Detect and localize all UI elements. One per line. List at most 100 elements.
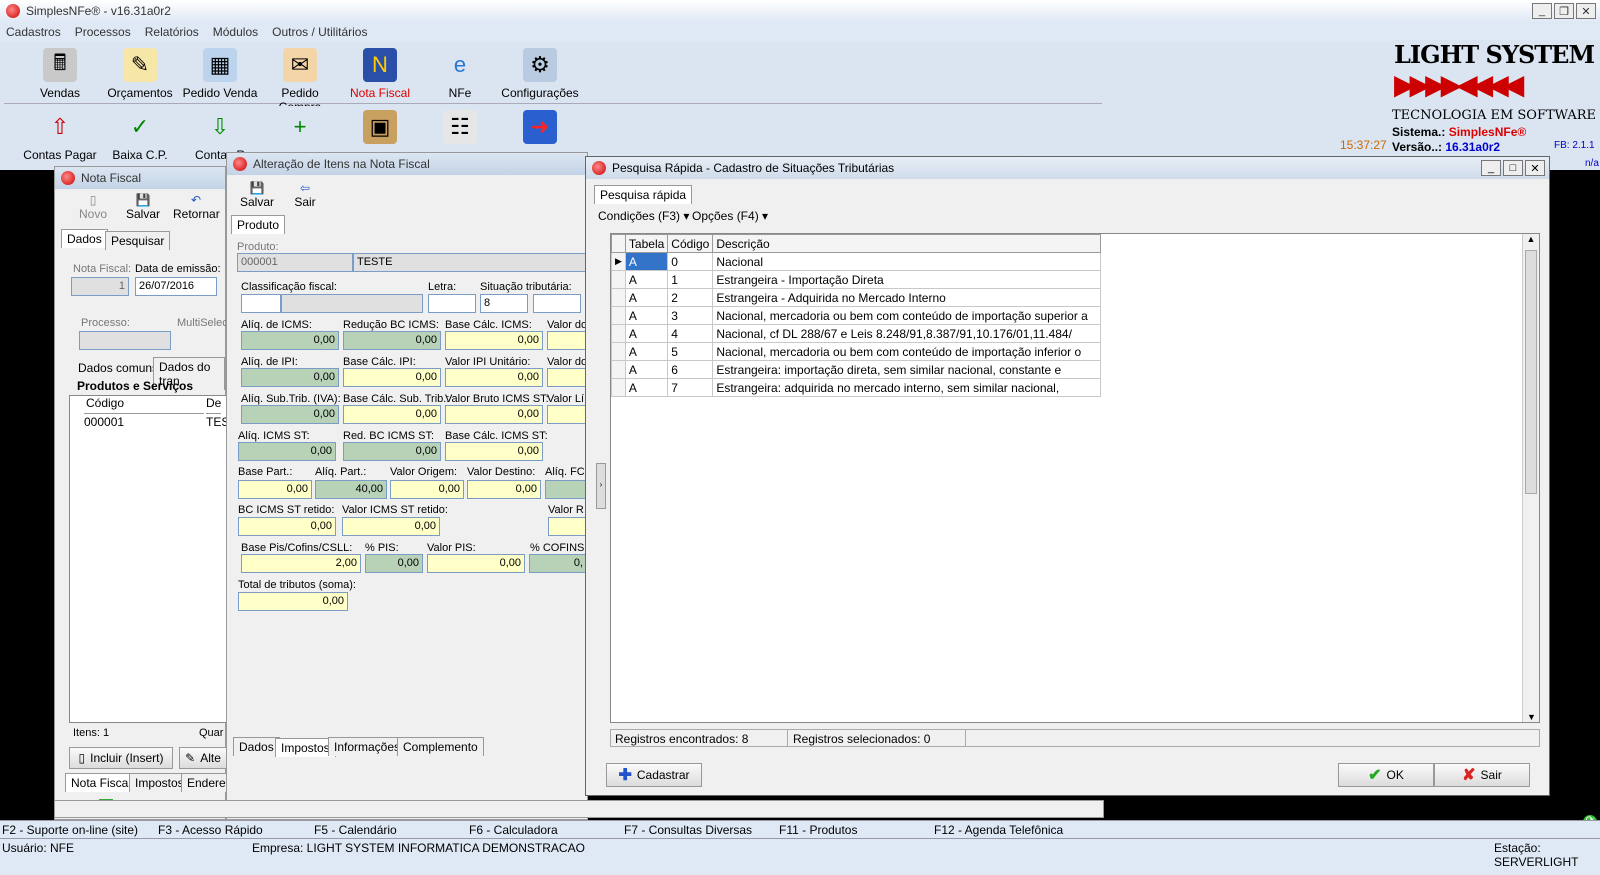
table-row[interactable]: A 3 Nacional, mercadoria ou bem com conteú… [611,306,1102,325]
alt-sair-button[interactable]: ⇦ Sair [285,181,325,209]
cell-descricao[interactable]: Nacional [712,252,1102,271]
cell-codigo[interactable]: 6 [667,360,714,379]
splitter-handle-icon[interactable]: › [596,463,606,509]
produto-name[interactable]: TESTE [353,253,589,272]
close-button[interactable]: ✕ [1576,3,1596,19]
aliq-sub-field[interactable]: 0,00 [241,405,339,424]
valor-do2-field[interactable] [547,368,587,387]
toolbar-pedido-compra[interactable]: ✉Pedido Compra [260,48,340,114]
valor-r-field[interactable] [548,517,588,536]
tab-dados[interactable]: Dados [61,229,108,248]
table-row[interactable]: A 4 Nacional, cf DL 288/67 e Leis 8.248/91… [611,324,1102,343]
produto-code[interactable]: 000001 [237,253,353,272]
toolbar-pedido-venda[interactable]: ▦ Pedido Venda [180,48,260,100]
table-row[interactable]: ▶ A 0 Nacional [611,252,1102,271]
aliq-fc-field[interactable] [545,480,587,499]
col-descricao[interactable]: Descrição [712,234,1102,253]
cell-tabela[interactable]: A [624,378,669,397]
cell-codigo[interactable]: 0 [667,252,714,271]
class-field[interactable] [241,294,281,313]
base-part-field[interactable]: 0,00 [238,480,312,499]
menu-outros[interactable]: Outros / Utilitários [272,25,367,39]
toolbar-nota-fiscal[interactable]: N Nota Fiscal [340,48,420,100]
menu-modulos[interactable]: Módulos [213,25,258,39]
toolbar-orcamentos[interactable]: ✎ Orçamentos [100,48,180,100]
tab-nota-fiscal[interactable]: Nota Fiscal [65,773,138,792]
pq-maximize-button[interactable]: □ [1503,160,1523,176]
novo-button[interactable]: ▯ Novo [73,193,113,221]
aliq-ipi-field[interactable]: 0,00 [241,368,339,387]
valor-orig-field[interactable]: 0,00 [390,480,464,499]
opcoes-menu[interactable]: Opções (F4) ▾ [692,209,768,223]
table-row[interactable]: A 5 Nacional, mercadoria ou bem com conteú… [611,342,1102,361]
pq-close-button[interactable]: ✕ [1525,160,1545,176]
condicoes-menu[interactable]: Condições (F3) ▾ [598,209,689,223]
tab-dados-comuns[interactable]: Dados comuns [73,359,163,377]
cell-descricao[interactable]: Estrangeira - Importação Direta [712,270,1102,289]
data-field[interactable]: 26/07/2016 [135,277,217,296]
sit-field[interactable]: 8 [480,294,528,313]
menu-relatorios[interactable]: Relatórios [145,25,199,39]
cell-codigo[interactable]: 1 [667,270,714,289]
nota-field[interactable]: 1 [71,277,129,296]
cell-tabela[interactable]: A [624,342,669,361]
toolbar-nfe[interactable]: e NFe [420,48,500,100]
fkey-f7[interactable]: F7 - Consultas Diversas [624,823,752,837]
toolbar-contas-pagar[interactable]: ⇧ Contas Pagar [20,110,100,162]
scroll-down-icon[interactable]: ▼ [1523,712,1540,722]
ok-button[interactable]: ✔ OK [1338,763,1434,787]
bc-ret-field[interactable]: 0,00 [238,517,336,536]
base-icms-field[interactable]: 0,00 [445,331,543,350]
cell-tabela[interactable]: A [624,270,669,289]
toolbar-baixa-cp[interactable]: ✓ Baixa C.P. [100,110,180,162]
base-st-field[interactable]: 0,00 [445,442,543,461]
cell-descricao[interactable]: Estrangeira: adquirida no mercado intern… [712,378,1102,397]
tab-pesquisar[interactable]: Pesquisar [105,231,171,250]
aliq-st-field[interactable]: 0,00 [238,442,336,461]
toolbar-vendas[interactable]: 🖩 Vendas [20,48,100,100]
base-ipi-field[interactable]: 0,00 [343,368,441,387]
cell-tabela[interactable]: A [624,306,669,325]
valor-li-field[interactable] [547,405,587,424]
menu-processos[interactable]: Processos [75,25,131,39]
aliq-part-field[interactable]: 40,00 [315,480,387,499]
cell-tabela[interactable]: A [624,324,669,343]
processo-select[interactable] [79,331,171,350]
aliq-icms-field[interactable]: 0,00 [241,331,339,350]
cell-descricao[interactable]: Estrangeira - Adquirida no Mercado Inter… [712,288,1102,307]
pis-pct-field[interactable]: 0,00 [365,554,423,573]
restore-button[interactable]: ❐ [1554,3,1574,19]
cell-codigo[interactable]: 4 [667,324,714,343]
cell-codigo[interactable]: 5 [667,342,714,361]
red-bc-field[interactable]: 0,00 [343,331,441,350]
table-row[interactable]: A 1 Estrangeira - Importação Direta [611,270,1102,289]
cell-tabela[interactable]: A [624,252,669,271]
fkey-f11[interactable]: F11 - Produtos [779,823,857,837]
table-row[interactable]: A 2 Estrangeira - Adquirida no Mercado Int… [611,288,1102,307]
cell-descricao[interactable]: Nacional, cf DL 288/67 e Leis 8.248/91,8… [712,324,1102,343]
valor-ret-field[interactable]: 0,00 [342,517,440,536]
sit-desc-field[interactable] [533,294,581,313]
fkey-f6[interactable]: F6 - Calculadora [469,823,558,837]
alt-salvar-button[interactable]: 💾 Salvar [237,181,277,209]
scroll-up-icon[interactable]: ▲ [1523,234,1539,244]
row-codigo[interactable]: 000001 [84,415,124,429]
toolbar-exit[interactable]: ➜ [500,110,580,148]
toolbar-money-plus[interactable]: + [260,110,340,148]
fkey-f3[interactable]: F3 - Acesso Rápido [158,823,263,837]
table-row[interactable]: A 7 Estrangeira: adquirida no mercado inte… [611,378,1102,397]
cell-codigo[interactable]: 3 [667,306,714,325]
tab-complemento[interactable]: Complemento [397,737,484,756]
retornar-button[interactable]: ↶ Retornar [173,193,220,221]
produtos-grid[interactable]: Código De 000001 TES [69,395,229,723]
menu-cadastros[interactable]: Cadastros [6,25,61,39]
valor-ipi-u-field[interactable]: 0,00 [445,368,543,387]
tab-dados-alt[interactable]: Dados [233,737,280,756]
tab-pesquisa-rapida[interactable]: Pesquisa rápida [594,185,693,204]
toolbar-configuracoes[interactable]: ⚙ Configurações [500,48,580,100]
scroll-thumb[interactable] [1525,250,1537,494]
red-st-field[interactable]: 0,00 [343,442,441,461]
minimize-button[interactable]: _ [1532,3,1552,19]
results-grid[interactable]: Tabela Código Descrição ▶ A 0 Nacional A 1 Est… [610,233,1540,723]
alterar-button[interactable]: ✎ Alte [179,747,227,769]
